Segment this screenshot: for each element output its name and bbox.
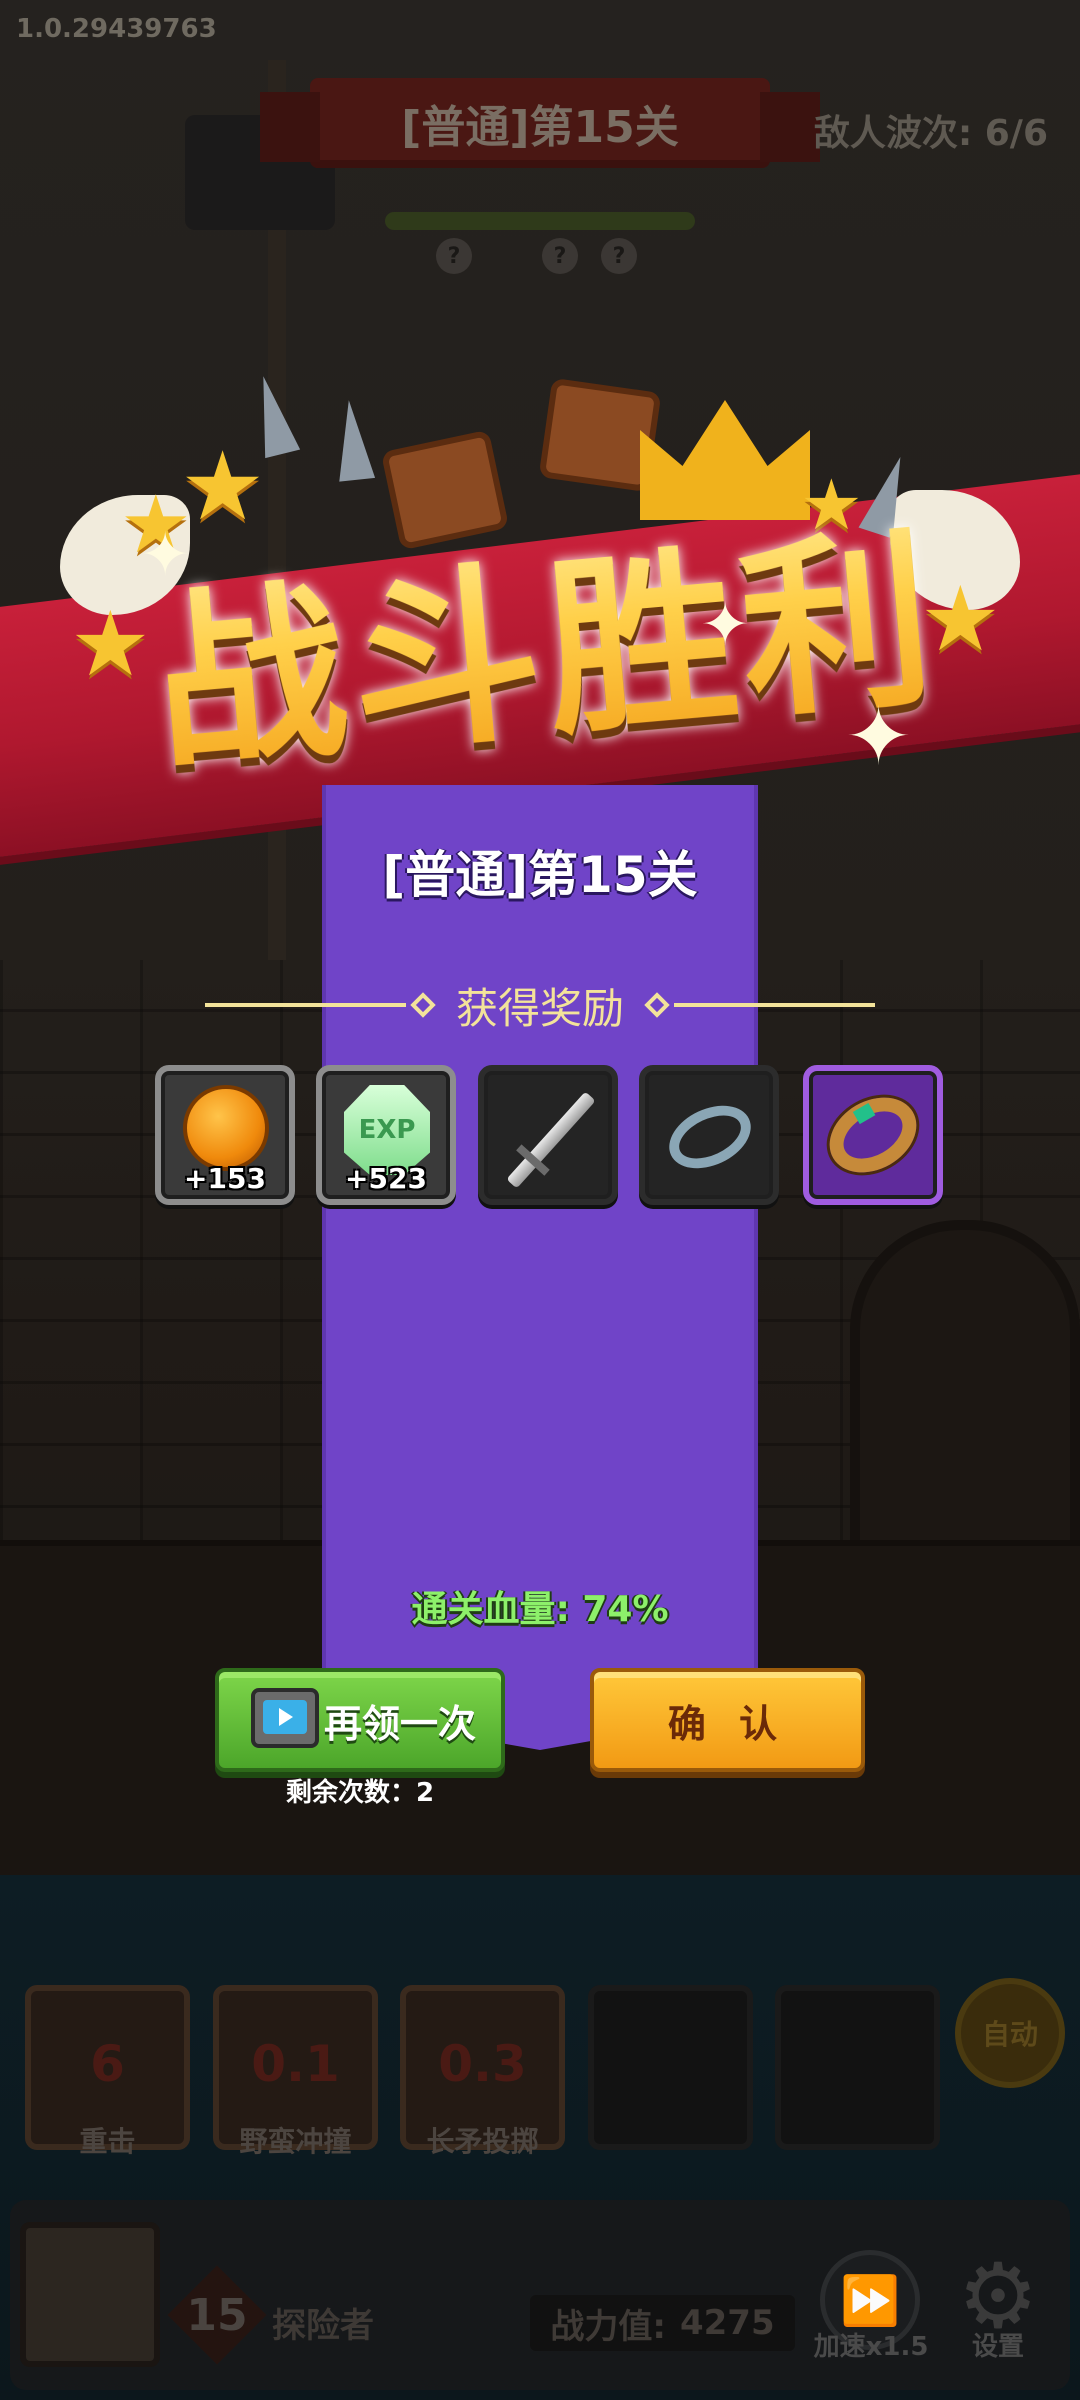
combat-power-value: 4275 [679, 2303, 775, 2343]
claim-again-button[interactable]: 再领一次 [215, 1668, 505, 1772]
wave-progress-bar [385, 212, 695, 230]
reward-item-bracelet[interactable] [639, 1065, 779, 1205]
skill-slot-5[interactable] [775, 1985, 940, 2150]
confirm-label: 确 认 [667, 1701, 788, 1746]
reward-item-sword[interactable] [478, 1065, 618, 1205]
wave-marker: ? [436, 238, 472, 274]
ship-door [850, 1220, 1080, 1550]
reward-item-ring[interactable] [803, 1065, 943, 1205]
result-stage-title: [普通]第15关 [382, 846, 698, 904]
combat-power: 战力值: 4275 [530, 2295, 795, 2351]
sword-icon [506, 1091, 596, 1189]
wave-marker: ? [542, 238, 578, 274]
skill-slot-1[interactable]: 6 重击 [25, 1985, 190, 2158]
confirm-button[interactable]: 确 认 [590, 1668, 865, 1772]
skill-slot-4[interactable] [588, 1985, 753, 2150]
gold-ring-icon [816, 1082, 930, 1188]
avatar[interactable] [20, 2222, 160, 2367]
sparkle: ✦ [700, 590, 751, 660]
stage-banner: [普通]第15关 [260, 78, 820, 168]
reward-item-gold[interactable]: +153 [155, 1065, 295, 1205]
wave-marker: ? [601, 238, 637, 274]
divider-line [205, 1003, 406, 1007]
reward-item-exp[interactable]: EXP +523 [316, 1065, 456, 1205]
diamond-icon [410, 992, 436, 1018]
skill-cooldown: 0.1 [251, 2035, 340, 2093]
stage-banner-title: [普通]第15关 [401, 102, 679, 153]
enemy-waves: 敌人波次: 6/6 [813, 113, 1048, 154]
combat-power-label: 战力值: [550, 2306, 666, 2347]
clear-hp-result: 通关血量: 74% [411, 1589, 669, 1630]
remaining-count: 剩余次数：2 [285, 1778, 435, 1808]
skill-name: 野蛮冲撞 [239, 2125, 352, 2158]
skill-name: 长矛投掷 [426, 2125, 539, 2158]
skill-name: 重击 [79, 2125, 136, 2158]
auto-button[interactable]: 自动 [955, 1978, 1065, 2088]
claim-again-label: 再领一次 [323, 1701, 476, 1746]
settings-label: 设置 [971, 2332, 1024, 2362]
reward-amount: +523 [345, 1162, 427, 1195]
sparkle: ✦ [845, 690, 913, 783]
player-level: 15 [186, 2290, 248, 2341]
speed-button-label: 加速x1.5 [813, 2332, 929, 2362]
star: ★ [180, 432, 266, 542]
star: ★ [70, 592, 151, 697]
gold-coin-icon [183, 1085, 269, 1171]
sparkle: ✦ [140, 520, 191, 590]
rewards-header: 获得奖励 [205, 975, 876, 1035]
skill-cooldown: 6 [90, 2035, 125, 2093]
skill-slot-2[interactable]: 0.1 野蛮冲撞 [213, 1985, 378, 2158]
bracelet-icon [659, 1093, 761, 1181]
reward-amount: +153 [184, 1162, 266, 1195]
skill-cooldown: 0.3 [438, 2035, 527, 2093]
tv-ad-icon [251, 1688, 319, 1748]
player-name: 探险者 [272, 2306, 374, 2346]
rewards-header-label: 获得奖励 [456, 983, 625, 1033]
skill-slot-3[interactable]: 0.3 长矛投掷 [400, 1985, 565, 2158]
version-label: 1.0.29439763 [16, 14, 217, 44]
divider-line [674, 1003, 876, 1007]
diamond-icon [644, 992, 670, 1018]
